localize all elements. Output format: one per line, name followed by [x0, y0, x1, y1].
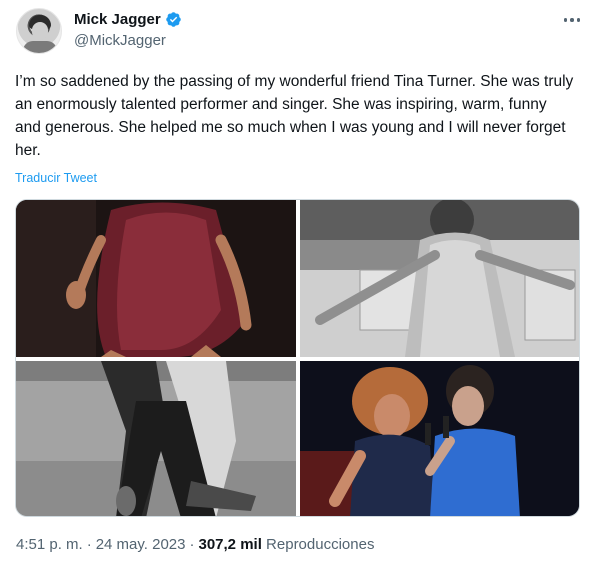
meta-separator: · — [189, 536, 195, 553]
more-dot — [576, 18, 581, 22]
photo-1-illustration — [16, 200, 296, 357]
tweet-card: Mick Jagger @MickJagger I’m so saddened … — [0, 0, 597, 571]
verified-badge-icon — [165, 12, 181, 27]
tweet-text: I’m so saddened by the passing of my won… — [15, 73, 574, 159]
tweet-time[interactable]: 4:51 p. m. — [16, 536, 83, 553]
media-grid — [15, 199, 580, 517]
photo-3[interactable] — [16, 361, 296, 516]
avatar-shirt-shape — [23, 41, 57, 53]
translate-tweet-link[interactable]: Traducir Tweet — [15, 171, 97, 185]
author-name-row: Mick Jagger — [74, 11, 182, 28]
tweet-meta: 4:51 p. m. · 24 may. 2023 · 307,2 mil Reprod… — [16, 536, 374, 553]
photo-4-illustration — [300, 361, 579, 516]
photo-2[interactable] — [300, 200, 579, 357]
tweet-date[interactable]: 24 may. 2023 — [96, 536, 186, 553]
avatar[interactable] — [16, 8, 62, 54]
more-options-icon[interactable] — [560, 12, 584, 28]
photo-1[interactable] — [16, 200, 296, 357]
photo-3-illustration — [16, 361, 296, 516]
author-name[interactable]: Mick Jagger — [74, 11, 161, 28]
photo-2-illustration — [300, 200, 579, 357]
photo-4[interactable] — [300, 361, 579, 516]
meta-separator: · — [86, 536, 92, 553]
views-label: Reproducciones — [266, 536, 375, 553]
avatar-face-shape — [32, 22, 48, 40]
more-dot — [563, 18, 568, 22]
author-handle[interactable]: @MickJagger — [74, 32, 166, 49]
more-dot — [570, 18, 574, 22]
views-count: 307,2 mil — [198, 536, 262, 553]
